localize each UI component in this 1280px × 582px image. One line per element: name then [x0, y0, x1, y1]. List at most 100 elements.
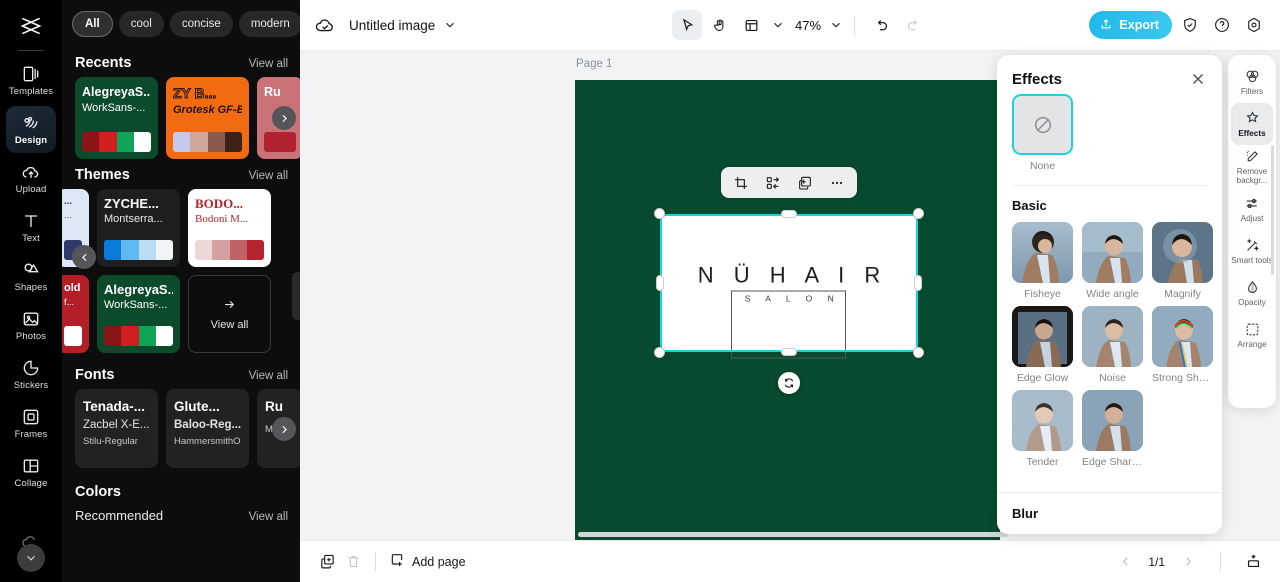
theme-card-2[interactable]: ZYCHE... Montserra...	[97, 189, 180, 267]
tool-effects[interactable]: Effects	[1231, 103, 1273, 145]
resize-handle-right[interactable]	[914, 275, 922, 291]
view-all-link-recents[interactable]: View all	[249, 58, 288, 70]
effect-wide-angle[interactable]: Wide angle	[1082, 222, 1143, 300]
frames-icon	[21, 407, 41, 427]
expand-more-button[interactable]	[17, 544, 45, 572]
sidebar-item-shapes[interactable]: Shapes	[6, 253, 56, 300]
rotate-handle[interactable]	[778, 372, 800, 394]
tool-adjust[interactable]: Adjust	[1231, 188, 1273, 230]
crop-icon[interactable]	[731, 173, 751, 193]
filter-chip-modern[interactable]: modern	[238, 11, 300, 37]
font-card-2[interactable]: Glute... Baloo-Reg... HammersmithOn...	[166, 389, 249, 468]
sidebar-item-upload[interactable]: Upload	[6, 155, 56, 202]
filter-chip-cool[interactable]: cool	[118, 11, 164, 37]
effect-strong-sharpen[interactable]: Strong Shar...	[1152, 306, 1213, 384]
theme-card-5[interactable]: AlegreyaS... WorkSans-...	[97, 275, 180, 353]
effects-blur-section[interactable]: Blur	[997, 492, 1222, 534]
theme-card-4[interactable]: old f...	[62, 275, 89, 353]
shield-check-icon[interactable]	[1176, 11, 1204, 39]
section-title: Recents	[75, 55, 132, 71]
sidebar-item-stickers[interactable]: Stickers	[6, 351, 56, 398]
right-rail-scrollbar[interactable]	[1271, 145, 1274, 275]
cloud-saved-icon[interactable]	[314, 14, 336, 36]
chevron-down-icon[interactable]	[443, 18, 457, 32]
section-header-colors: Colors	[62, 468, 300, 506]
layout-tool-button[interactable]	[736, 10, 766, 40]
duplicate-page-button[interactable]	[314, 549, 340, 575]
card-swatches	[82, 132, 151, 152]
fonts-next-button[interactable]	[272, 417, 296, 441]
recent-card-1[interactable]: AlegreyaS... WorkSans-...	[75, 77, 158, 159]
themes-view-all-card[interactable]: View all	[188, 275, 271, 353]
theme-card-3[interactable]: BODO... Bodoni M...	[188, 189, 271, 267]
view-all-link-fonts[interactable]: View all	[249, 370, 288, 382]
resize-handle-bottom[interactable]	[781, 348, 797, 356]
tool-filters[interactable]: Filters	[1231, 61, 1273, 103]
close-icon[interactable]	[1189, 70, 1207, 88]
collage-icon	[21, 456, 41, 476]
resize-handle-tl[interactable]	[654, 208, 665, 219]
recent-card-2[interactable]: ZY B... Grotesk GF-B...	[166, 77, 249, 159]
sidebar-item-collage[interactable]: Collage	[6, 449, 56, 496]
prev-page-button[interactable]	[1112, 549, 1138, 575]
add-page-button[interactable]: Add page	[389, 552, 466, 571]
resize-handle-br[interactable]	[913, 347, 924, 358]
effect-edge-glow[interactable]: Edge Glow	[1012, 306, 1073, 384]
more-options-icon[interactable]	[827, 173, 847, 193]
resize-handle-tr[interactable]	[913, 208, 924, 219]
effect-fisheye[interactable]: Fisheye	[1012, 222, 1073, 300]
chevron-down-icon[interactable]	[771, 18, 785, 32]
settings-gear-icon[interactable]	[1240, 11, 1268, 39]
recents-next-button[interactable]	[272, 106, 296, 130]
chevron-down-icon[interactable]	[829, 18, 843, 32]
document-title[interactable]: Untitled image	[349, 18, 435, 33]
duplicate-icon[interactable]	[795, 173, 815, 193]
effects-panel-header: Effects	[997, 55, 1222, 94]
filter-chip-all[interactable]: All	[72, 11, 113, 37]
themes-row-2: old f... AlegreyaS... WorkSans-... View …	[62, 245, 300, 353]
themes-prev-button[interactable]	[72, 245, 96, 269]
resize-handle-top[interactable]	[781, 210, 797, 218]
sidebar-item-photos[interactable]: Photos	[6, 302, 56, 349]
help-question-icon[interactable]	[1208, 11, 1236, 39]
resize-handle-bl[interactable]	[654, 347, 665, 358]
card-title: BODO...	[195, 197, 244, 211]
view-all-link-colors[interactable]: View all	[249, 511, 288, 523]
effect-magnify[interactable]: Magnify	[1152, 222, 1213, 300]
hand-tool-button[interactable]	[704, 10, 734, 40]
sidebar-item-templates[interactable]: Templates	[6, 57, 56, 104]
view-all-link-themes[interactable]: View all	[249, 170, 288, 182]
undo-button[interactable]	[866, 10, 896, 40]
effect-none[interactable]: None	[1012, 94, 1207, 172]
sidebar-item-frames[interactable]: Frames	[6, 400, 56, 447]
redo-button[interactable]	[898, 10, 928, 40]
effect-tender[interactable]: Tender	[1012, 390, 1073, 468]
card-title: ZYCHE...	[104, 197, 159, 211]
selected-element[interactable]: N Ü H A I R S A L O N	[654, 167, 924, 394]
capcut-logo-icon[interactable]	[11, 6, 51, 46]
next-page-button[interactable]	[1175, 549, 1201, 575]
page-label: Page 1	[576, 58, 613, 70]
effect-thumbnail	[1012, 222, 1073, 283]
present-button[interactable]	[1240, 549, 1266, 575]
resize-handle-left[interactable]	[656, 275, 664, 291]
tool-opacity[interactable]: Opacity	[1231, 272, 1273, 314]
export-button[interactable]: Export	[1089, 11, 1172, 39]
font-card-1[interactable]: Tenada-... Zacbel X-E... Stilu-Regular	[75, 389, 158, 468]
horizontal-scrollbar[interactable]	[578, 532, 1008, 537]
sidebar-item-text[interactable]: Text	[6, 204, 56, 251]
effect-edge-sharpen[interactable]: Edge Sharp...	[1082, 390, 1143, 468]
page-nav-group: 1/1	[1112, 549, 1266, 575]
panel-collapse-handle[interactable]	[292, 272, 300, 320]
add-page-label: Add page	[412, 554, 466, 569]
artboard[interactable]: N Ü H A I R S A L O N	[575, 80, 1000, 540]
match-replace-icon[interactable]	[763, 173, 783, 193]
effect-noise[interactable]: Noise	[1082, 306, 1143, 384]
tool-arrange[interactable]: Arrange	[1231, 314, 1273, 356]
select-tool-button[interactable]	[672, 10, 702, 40]
sidebar-item-design[interactable]: Design	[6, 106, 56, 153]
tool-smart-tools[interactable]: Smart tools	[1231, 230, 1273, 272]
tool-remove-background[interactable]: Remove backgr...	[1231, 145, 1273, 188]
delete-page-button[interactable]	[340, 549, 366, 575]
filter-chip-concise[interactable]: concise	[169, 11, 233, 37]
